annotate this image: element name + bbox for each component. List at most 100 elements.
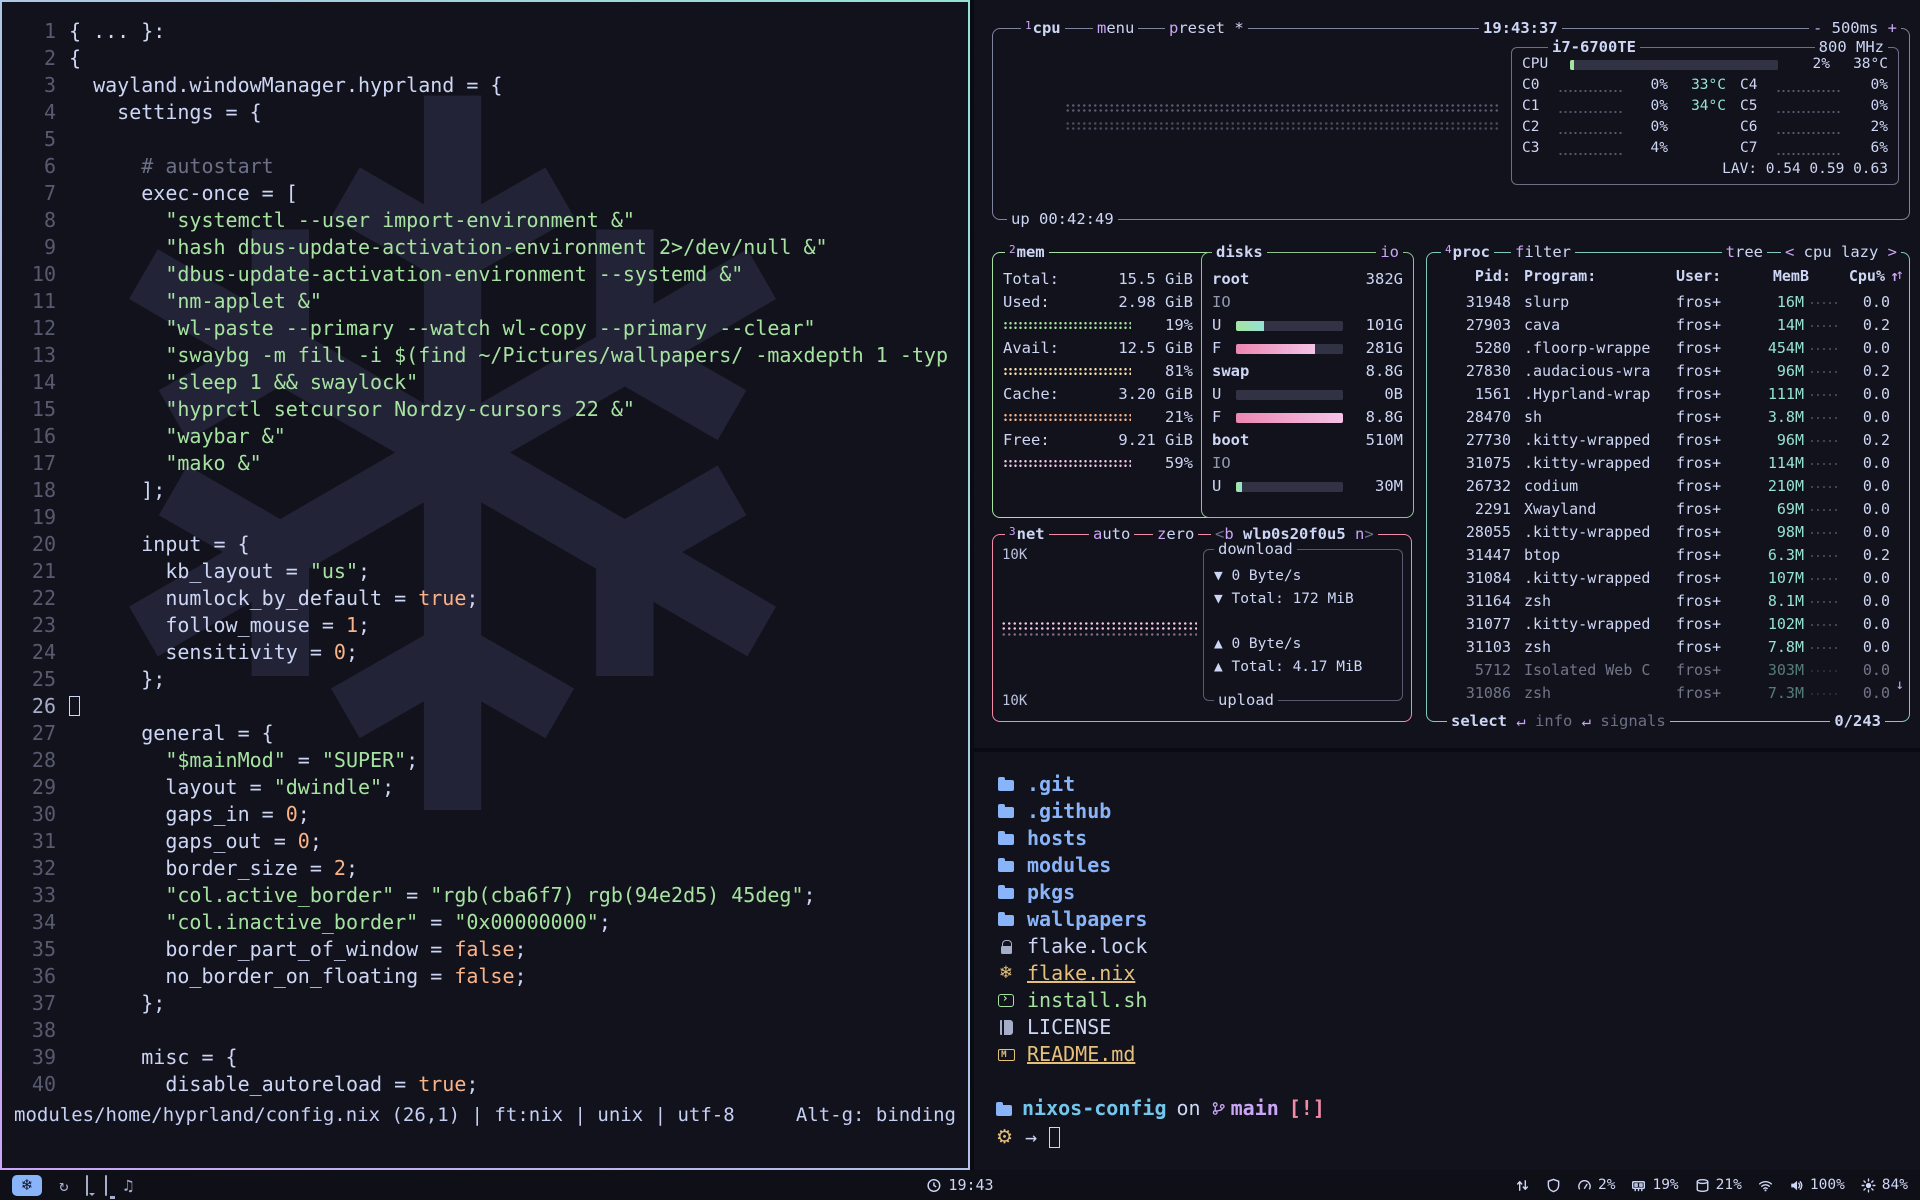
waybar-module-chat[interactable]: [86, 1176, 88, 1195]
code-token: };: [69, 991, 165, 1015]
waybar-module-disk[interactable]: 21%: [1695, 1177, 1742, 1193]
waybar-module-brightness[interactable]: 84%: [1861, 1177, 1908, 1193]
core-label: C7: [1740, 138, 1770, 159]
core-label: C6: [1740, 117, 1770, 138]
code-token: "waybar &": [165, 424, 285, 448]
scroll-down-icon[interactable]: ↓: [1896, 677, 1904, 693]
waybar-module-refresh[interactable]: ↻: [59, 1176, 69, 1195]
proc-header-row[interactable]: Pid: Program: User: MemB Cpu% ↑: [1427, 265, 1909, 288]
col-program[interactable]: Program:: [1524, 265, 1676, 288]
preset-button[interactable]: preset *: [1165, 18, 1248, 38]
code-token: ;: [310, 829, 322, 853]
process-row[interactable]: 5280.floorp-wrappefros+454M0.0: [1427, 337, 1909, 360]
btop-window[interactable]: ❄ 1cpu menu preset * 19:43:37 - 500ms + …: [974, 0, 1920, 748]
security-tray-icon: [1546, 1178, 1561, 1193]
filter-button[interactable]: filter: [1511, 242, 1575, 262]
cpu-box-title[interactable]: 1cpu: [1021, 18, 1065, 38]
process-row[interactable]: 31086zshfros+7.3M0.0: [1427, 682, 1909, 705]
waybar-module-updates[interactable]: [1515, 1178, 1530, 1193]
nix-logo-icon[interactable]: ❄: [12, 1175, 42, 1196]
shell-input-line[interactable]: ⚙ →: [996, 1125, 1060, 1149]
net-box-title[interactable]: 3net: [1005, 524, 1049, 544]
core-temp: 34°C: [1668, 96, 1726, 117]
select-action[interactable]: select: [1451, 712, 1507, 730]
shell-prompt: nixos-config on main [!]: [996, 1096, 1325, 1120]
process-row[interactable]: 31948slurpfros+16M0.0: [1427, 291, 1909, 314]
code-token: numlock_by_default =: [69, 586, 418, 610]
waybar-module-shield[interactable]: [1546, 1178, 1561, 1193]
per-core-selector[interactable]: < cpu lazy >: [1781, 242, 1901, 262]
disks-box-title[interactable]: disks: [1212, 242, 1267, 262]
editor-window[interactable]: ❄ 1{ ... }:2{3 wayland.windowManager.hyp…: [0, 0, 970, 1170]
btop-net-box[interactable]: 3net auto zero <b wlp0s20f0u5 n> 10K 10K…: [992, 534, 1412, 722]
info-action[interactable]: info: [1535, 712, 1572, 730]
btop-proc-box[interactable]: 4proc filter tree < cpu lazy > Pid: Prog…: [1426, 252, 1910, 722]
clock-module[interactable]: 19:43: [926, 1176, 993, 1194]
btop-disks-box[interactable]: disks io root382GIOU101GF281Gswap8.8GU0B…: [1201, 252, 1414, 518]
process-user: fros+: [1676, 590, 1734, 613]
menu-button[interactable]: menu: [1093, 18, 1138, 38]
update-interval-control[interactable]: - 500ms +: [1809, 18, 1901, 38]
process-user: fros+: [1676, 337, 1734, 360]
process-row[interactable]: 31103zshfros+7.8M0.0: [1427, 636, 1909, 659]
display-icon[interactable]: [105, 1175, 107, 1196]
waybar-module-gauge[interactable]: 2%: [1577, 1177, 1615, 1193]
proc-box-title[interactable]: 4proc: [1441, 242, 1494, 262]
col-user[interactable]: User:: [1676, 265, 1734, 288]
process-row[interactable]: 5712Isolated Web Cfros+303M0.0: [1427, 659, 1909, 682]
process-row[interactable]: 27903cavafros+14M0.2: [1427, 314, 1909, 337]
process-row[interactable]: 31447btopfros+6.3M0.2: [1427, 544, 1909, 567]
waybar-module-music[interactable]: ♫: [124, 1176, 134, 1195]
folder-icon: [998, 861, 1014, 872]
waybar-module-memory[interactable]: 19%: [1631, 1177, 1678, 1193]
interval-minus-button[interactable]: -: [1813, 19, 1822, 37]
next-interface-button[interactable]: n: [1355, 525, 1364, 543]
tree-toggle[interactable]: tree: [1722, 242, 1767, 262]
chat-icon[interactable]: [86, 1175, 88, 1196]
dotted-leader: [1809, 554, 1839, 558]
cpu-gauge-icon: [1577, 1178, 1592, 1193]
process-user: fros+: [1676, 636, 1734, 659]
line-number: 32: [12, 855, 56, 882]
process-row[interactable]: 31077.kitty-wrappedfros+102M0.0: [1427, 613, 1909, 636]
signals-action[interactable]: signals: [1600, 712, 1665, 730]
process-row[interactable]: 28470shfros+3.8M0.0: [1427, 406, 1909, 429]
interval-plus-button[interactable]: +: [1888, 19, 1897, 37]
process-row[interactable]: 27830.audacious-wrafros+96M0.2: [1427, 360, 1909, 383]
waybar-module-nix-logo[interactable]: ❄: [12, 1175, 42, 1196]
file-name: install.sh: [1027, 988, 1147, 1012]
process-row[interactable]: 1561.Hyprland-wrapfros+111M0.0: [1427, 383, 1909, 406]
col-pid[interactable]: Pid:: [1437, 265, 1511, 288]
prev-sort-button[interactable]: <: [1785, 243, 1794, 261]
mem-box-title[interactable]: 2mem: [1005, 242, 1049, 262]
process-row[interactable]: 31075.kitty-wrappedfros+114M0.0: [1427, 452, 1909, 475]
process-row[interactable]: 2291Xwaylandfros+69M0.0: [1427, 498, 1909, 521]
editor-lines[interactable]: 1{ ... }:2{3 wayland.windowManager.hyprl…: [2, 18, 968, 1098]
process-row[interactable]: 27730.kitty-wrappedfros+96M0.2: [1427, 429, 1909, 452]
net-auto-toggle[interactable]: auto: [1089, 524, 1134, 544]
music-icon[interactable]: ♫: [124, 1176, 134, 1195]
col-cpu[interactable]: Cpu%: [1839, 265, 1885, 288]
shell-window[interactable]: ❄ .git.githubhostsmodulespkgswallpapersf…: [974, 752, 1920, 1170]
process-pid: 27830: [1437, 360, 1511, 383]
process-row[interactable]: 26732codiumfros+210M0.0: [1427, 475, 1909, 498]
btop-mem-box[interactable]: 2mem Total:15.5 GiBUsed:2.98 GiB19%Avail…: [992, 252, 1412, 518]
process-row[interactable]: 28055.kitty-wrappedfros+98M0.0: [1427, 521, 1909, 544]
process-row[interactable]: 31084.kitty-wrappedfros+107M0.0: [1427, 567, 1909, 590]
editor-line: 9 "hash dbus-update-activation-environme…: [2, 234, 968, 261]
net-zero-toggle[interactable]: zero: [1153, 524, 1198, 544]
col-memory[interactable]: MemB: [1749, 265, 1809, 288]
scroll-up-icon[interactable]: ↑: [1896, 267, 1904, 283]
waybar-module-volume[interactable]: 100%: [1789, 1177, 1845, 1193]
btop-cpu-box[interactable]: 1cpu menu preset * 19:43:37 - 500ms + up…: [992, 28, 1910, 220]
process-row[interactable]: 31164zshfros+8.1M0.0: [1427, 590, 1909, 613]
prompt-arrow: →: [1025, 1125, 1037, 1149]
dotted-leader: [1809, 669, 1839, 673]
code-token: ;: [382, 775, 394, 799]
editor-line: 38: [2, 1017, 968, 1044]
refresh-icon[interactable]: ↻: [59, 1176, 69, 1195]
next-sort-button[interactable]: >: [1888, 243, 1897, 261]
io-mode-toggle[interactable]: io: [1376, 242, 1403, 262]
waybar-module-display[interactable]: [105, 1176, 107, 1195]
waybar-module-network[interactable]: [1758, 1178, 1773, 1193]
